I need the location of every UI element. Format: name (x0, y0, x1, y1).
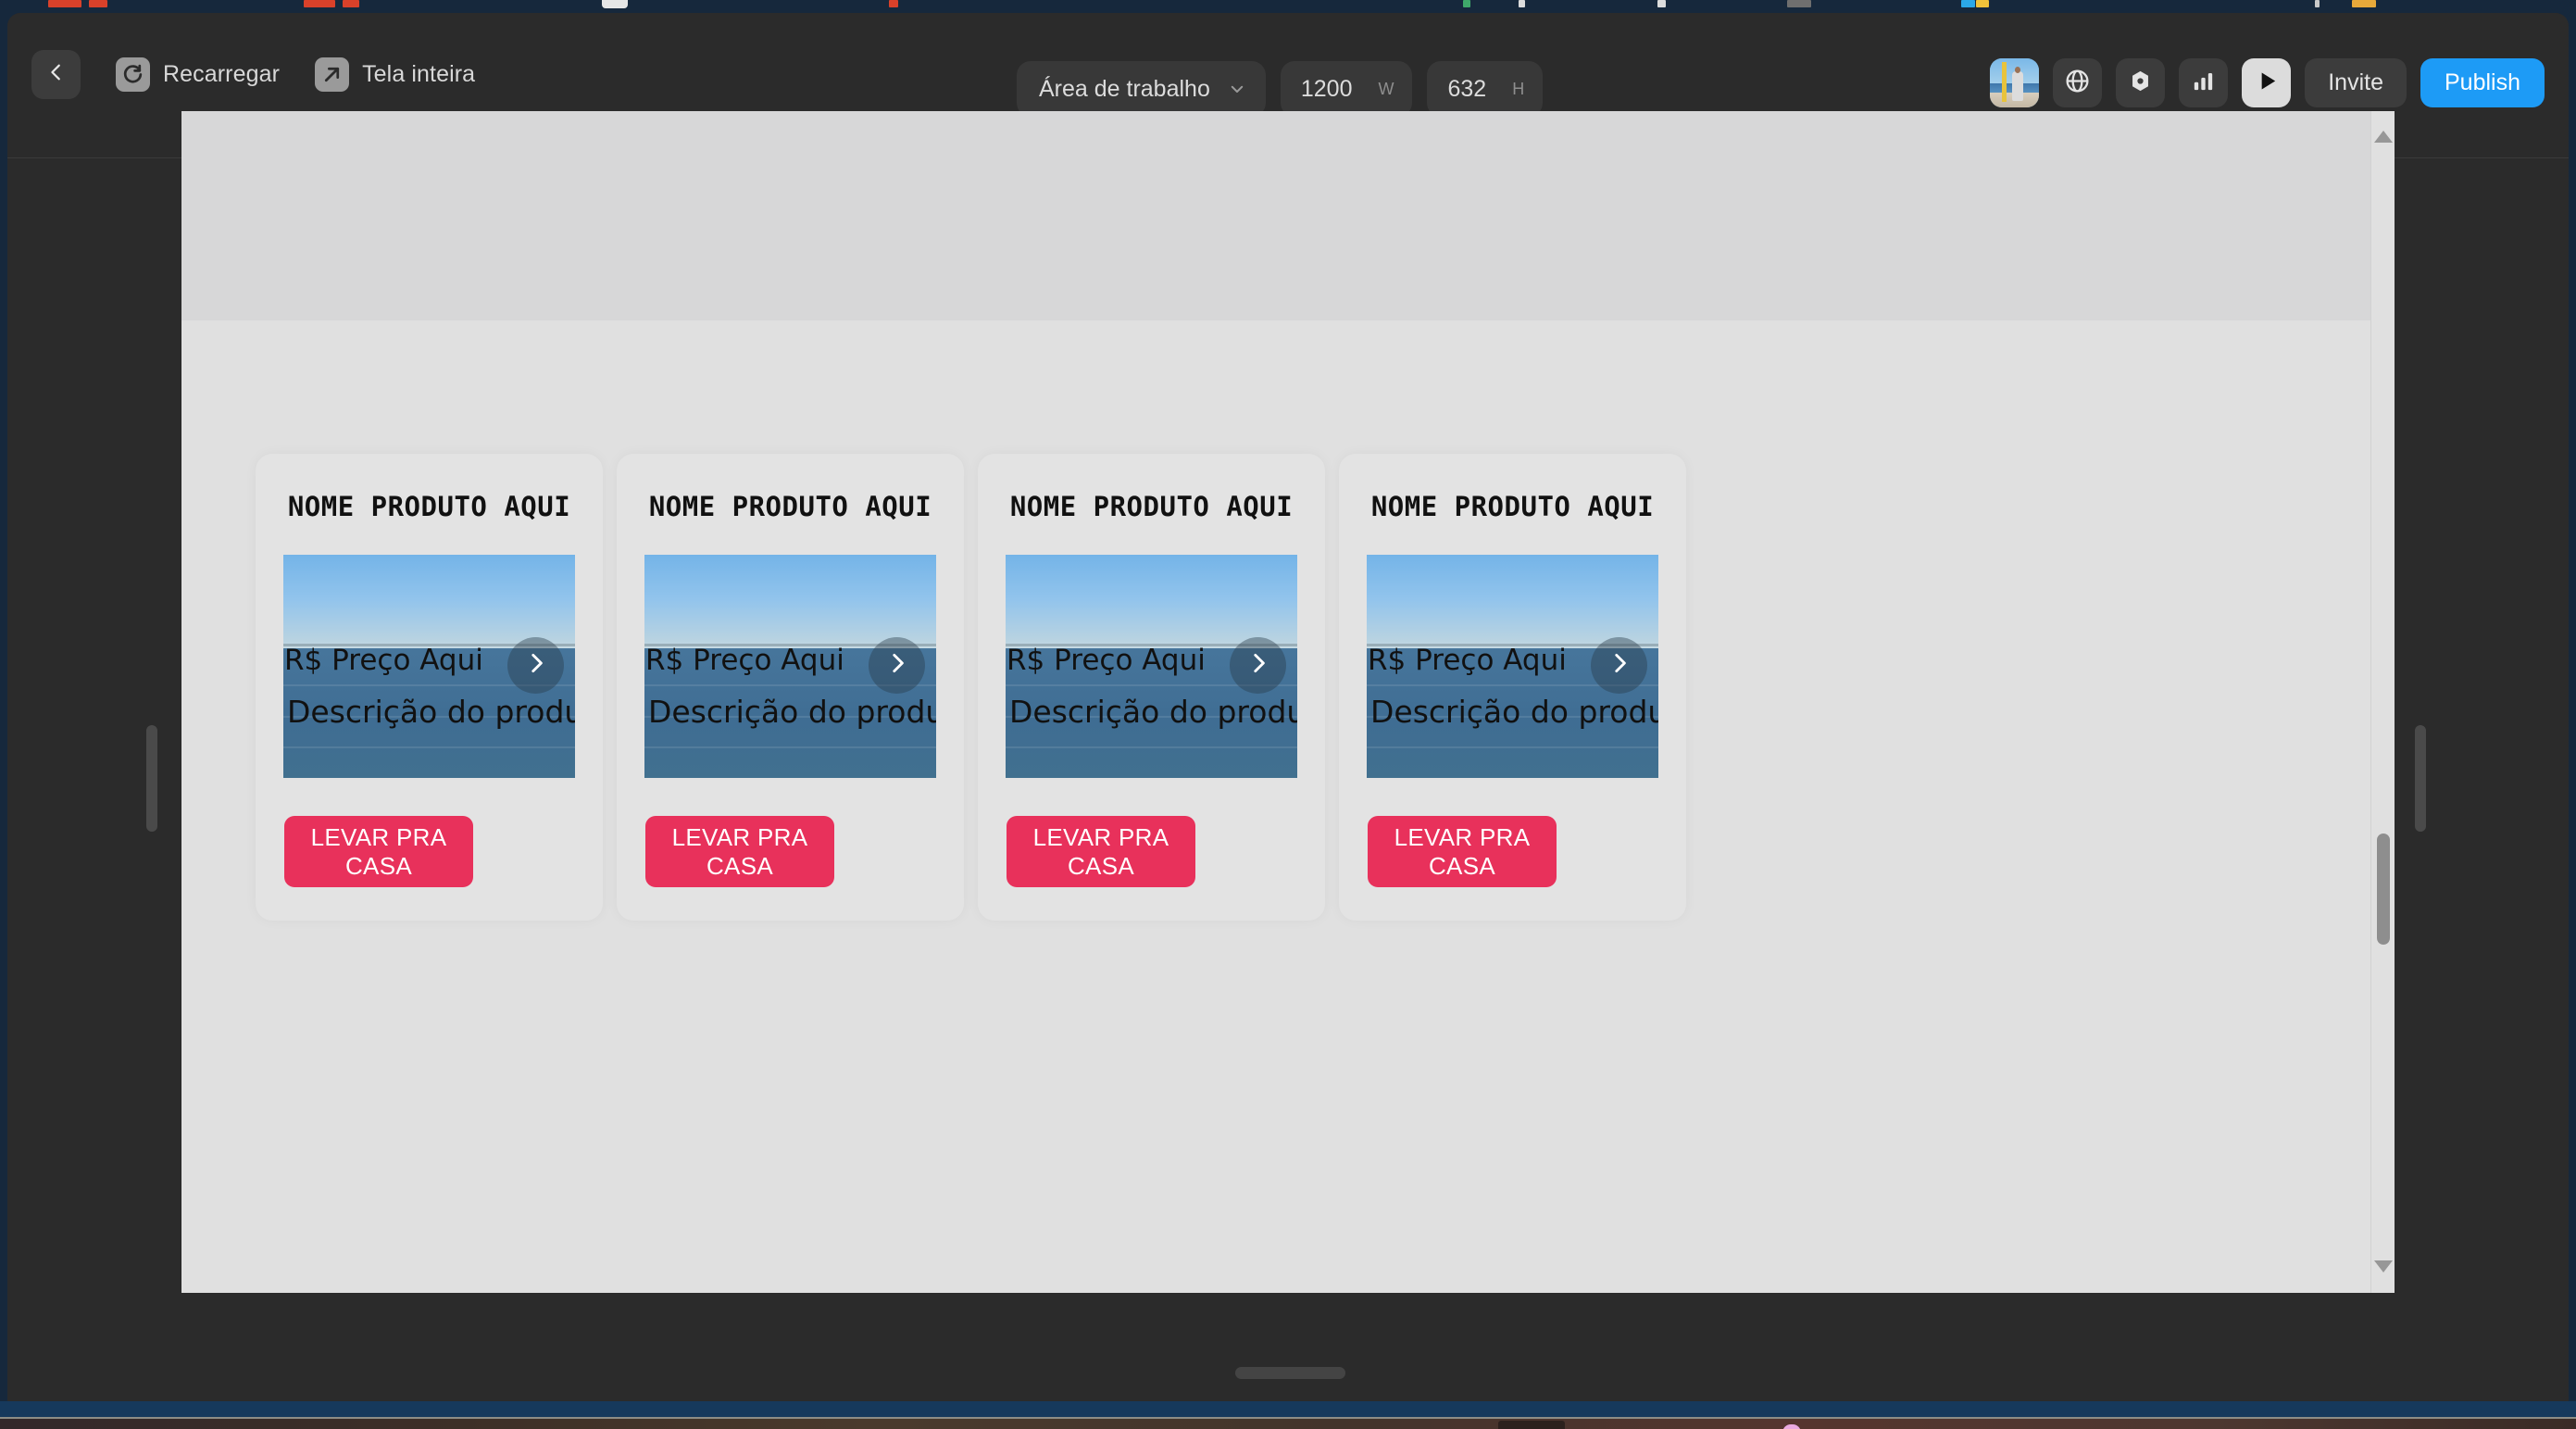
product-card-row: NOME PRODUTO AQUI R$ Preço Aqui Descriçã… (256, 454, 1686, 921)
product-description: Descrição do produto aqui (1009, 694, 1297, 730)
fullscreen-label: Tela inteira (362, 61, 476, 87)
product-description: Descrição do produto aqui (287, 694, 575, 730)
buy-button[interactable]: LEVAR PRA CASA (1368, 816, 1557, 887)
product-image: R$ Preço Aqui Descrição do produto aqui (283, 555, 575, 778)
product-title: NOME PRODUTO AQUI (1009, 491, 1294, 522)
chevron-left-icon (46, 62, 67, 87)
device-select[interactable]: Área de trabalho (1017, 61, 1266, 117)
next-slide-button[interactable] (1591, 637, 1647, 694)
toolbar-left-group: Recarregar Tela inteira (31, 50, 475, 99)
buy-button[interactable]: LEVAR PRA CASA (284, 816, 473, 887)
page-header-band (181, 111, 2395, 320)
toolbar-center-group: Área de trabalho 1200 W 632 H (1017, 61, 1544, 117)
product-card[interactable]: NOME PRODUTO AQUI R$ Preço Aqui Descriçã… (617, 454, 964, 921)
product-description: Descrição do produto aqui (648, 694, 936, 730)
product-price: R$ Preço Aqui (645, 644, 844, 677)
bar-chart-icon (2190, 68, 2217, 99)
editor-window: Recarregar Tela inteira Área de trabalho (7, 13, 2569, 1401)
next-slide-button[interactable] (869, 637, 925, 694)
product-price: R$ Preço Aqui (1368, 644, 1567, 677)
product-image: R$ Preço Aqui Descrição do produto aqui (1367, 555, 1658, 778)
width-value: 1200 (1300, 75, 1353, 102)
canvas-stage: NOME PRODUTO AQUI R$ Preço Aqui Descriçã… (7, 111, 2569, 1401)
height-unit: H (1512, 79, 1525, 98)
hexagon-icon (2127, 68, 2154, 99)
vertical-scrollbar[interactable] (2370, 111, 2395, 1293)
scroll-down-button[interactable] (2371, 1254, 2395, 1278)
expand-arrow-icon (315, 57, 350, 92)
height-input[interactable]: 632 H (1427, 61, 1544, 117)
background-window-strip (0, 1401, 2576, 1417)
resize-handle-right[interactable] (2415, 725, 2426, 832)
fullscreen-button[interactable]: Tela inteira (315, 57, 475, 92)
product-description: Descrição do produto aqui (1370, 694, 1658, 730)
resize-handle-bottom[interactable] (1235, 1367, 1345, 1379)
user-avatar[interactable] (1990, 58, 2040, 107)
product-card[interactable]: NOME PRODUTO AQUI R$ Preço Aqui Descriçã… (1339, 454, 1686, 921)
product-card[interactable]: NOME PRODUTO AQUI R$ Preço Aqui Descriçã… (256, 454, 603, 921)
chevron-right-icon (1607, 651, 1632, 680)
back-button[interactable] (31, 50, 81, 99)
product-price: R$ Preço Aqui (284, 644, 483, 677)
analytics-button[interactable] (2179, 58, 2229, 107)
buy-button[interactable]: LEVAR PRA CASA (645, 816, 834, 887)
preview-viewport: NOME PRODUTO AQUI R$ Preço Aqui Descriçã… (181, 111, 2395, 1293)
product-image: R$ Preço Aqui Descrição do produto aqui (644, 555, 936, 778)
toolbar-right-group: Invite Publish (1990, 58, 2545, 107)
invite-button[interactable]: Invite (2305, 58, 2407, 107)
globe-icon (2064, 68, 2091, 99)
chevron-right-icon (524, 651, 548, 680)
height-value: 632 (1447, 75, 1487, 102)
product-price: R$ Preço Aqui (1007, 644, 1206, 677)
publish-button[interactable]: Publish (2420, 58, 2545, 107)
chevron-right-icon (885, 651, 909, 680)
cms-button[interactable] (2116, 58, 2166, 107)
reload-label: Recarregar (163, 61, 281, 87)
publish-label: Publish (2445, 69, 2520, 95)
chevron-down-icon (1229, 81, 1245, 97)
resize-handle-left[interactable] (146, 725, 157, 832)
product-image: R$ Preço Aqui Descrição do produto aqui (1006, 555, 1297, 778)
chevron-right-icon (1246, 651, 1270, 680)
next-slide-button[interactable] (507, 637, 564, 694)
reload-button[interactable]: Recarregar (116, 57, 280, 92)
reload-icon (116, 57, 150, 92)
buy-button[interactable]: LEVAR PRA CASA (1007, 816, 1195, 887)
invite-label: Invite (2328, 69, 2383, 95)
product-title: NOME PRODUTO AQUI (1370, 491, 1655, 522)
product-card[interactable]: NOME PRODUTO AQUI R$ Preço Aqui Descriçã… (978, 454, 1325, 921)
product-title: NOME PRODUTO AQUI (287, 491, 571, 522)
product-title: NOME PRODUTO AQUI (648, 491, 932, 522)
scrollbar-thumb[interactable] (2377, 834, 2390, 945)
scroll-up-button[interactable] (2371, 124, 2395, 148)
device-select-value: Área de trabalho (1039, 75, 1210, 102)
next-slide-button[interactable] (1230, 637, 1286, 694)
width-unit: W (1378, 79, 1394, 98)
play-icon (2253, 68, 2280, 99)
width-input[interactable]: 1200 W (1280, 61, 1413, 117)
triangle-down-icon (2374, 1260, 2393, 1272)
triangle-up-icon (2374, 130, 2393, 143)
background-window-bottom-edge (0, 1417, 2576, 1429)
preview-button[interactable] (2242, 58, 2292, 107)
background-window-top-edge (0, 0, 2576, 13)
domain-button[interactable] (2053, 58, 2103, 107)
desktop-root: Recarregar Tela inteira Área de trabalho (0, 0, 2576, 1429)
